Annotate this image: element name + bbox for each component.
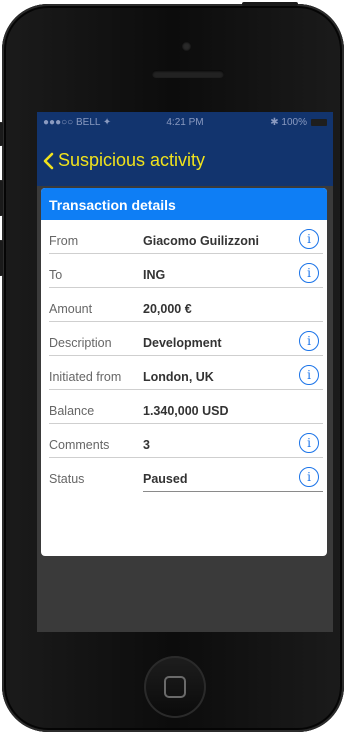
row-value: Development [143, 336, 222, 350]
info-icon[interactable]: i [299, 331, 319, 351]
row-divider [143, 491, 323, 492]
volume-up-button [0, 180, 3, 216]
home-button[interactable] [144, 656, 206, 718]
app-screen: ●●●○○ BELL ✦ 4:21 PM ✱ 100% Suspicious a… [37, 112, 333, 632]
detail-row-amount: Amount 20,000 € [49, 294, 327, 322]
info-icon[interactable]: i [299, 263, 319, 283]
silent-switch [0, 122, 3, 146]
row-value: London, UK [143, 370, 214, 384]
row-value: 20,000 € [143, 302, 192, 316]
earpiece-speaker [152, 70, 224, 78]
row-value: 1.340,000 USD [143, 404, 229, 418]
info-icon[interactable]: i [299, 365, 319, 385]
detail-row-comments: Comments 3 i [49, 430, 327, 458]
detail-row-initiated-from: Initiated from London, UK i [49, 362, 327, 390]
transaction-details-card: Transaction details From Giacomo Guilizz… [41, 188, 327, 556]
row-divider [49, 355, 323, 356]
row-value: Paused [143, 472, 188, 486]
battery-text: ✱ 100% [270, 117, 307, 128]
row-divider [49, 389, 323, 390]
detail-row-to: To ING i [49, 260, 327, 288]
status-bar: ●●●○○ BELL ✦ 4:21 PM ✱ 100% [37, 112, 333, 134]
row-divider [49, 423, 323, 424]
front-camera [182, 42, 191, 51]
volume-down-button [0, 240, 3, 276]
row-divider [49, 457, 323, 458]
info-icon[interactable]: i [299, 433, 319, 453]
row-label: Description [49, 336, 112, 350]
row-divider [49, 253, 323, 254]
back-button-label: Suspicious activity [58, 150, 206, 170]
row-label: Comments [49, 438, 110, 452]
detail-row-balance: Balance 1.340,000 USD [49, 396, 327, 424]
info-icon[interactable]: i [299, 229, 319, 249]
home-square-icon [164, 676, 186, 698]
row-value: Giacomo Guilizzoni [143, 234, 259, 248]
row-value: 3 [143, 438, 150, 452]
detail-row-from: From Giacomo Guilizzoni i [49, 226, 327, 254]
info-icon[interactable]: i [299, 467, 319, 487]
detail-row-status: Status Paused i [49, 464, 327, 492]
row-label: Status [49, 472, 85, 486]
row-divider [49, 321, 323, 322]
card-title: Transaction details [41, 188, 327, 220]
back-button[interactable]: Suspicious activity [43, 150, 205, 171]
row-label: Initiated from [49, 370, 122, 384]
detail-row-description: Description Development i [49, 328, 327, 356]
power-button [242, 2, 298, 6]
battery-icon [311, 119, 327, 126]
row-label: To [49, 268, 63, 282]
row-label: From [49, 234, 79, 248]
row-label: Amount [49, 302, 93, 316]
navigation-bar: Suspicious activity [37, 134, 333, 186]
chevron-left-icon [43, 152, 54, 169]
row-label: Balance [49, 404, 95, 418]
row-value: ING [143, 268, 166, 282]
row-divider [49, 287, 323, 288]
